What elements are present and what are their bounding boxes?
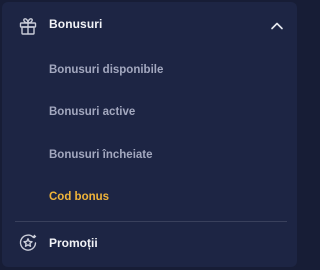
promotions-star-icon xyxy=(19,234,37,251)
gift-icon xyxy=(19,18,37,35)
promotions-label: Promoții xyxy=(49,236,98,250)
submenu-item-finished-bonuses[interactable]: Bonusuri încheiate xyxy=(49,149,153,161)
promotions-menu-item[interactable]: Promoții xyxy=(2,227,297,263)
chevron-up-icon[interactable] xyxy=(270,19,284,33)
submenu-item-available-bonuses[interactable]: Bonusuri disponibile xyxy=(49,64,163,76)
bonuses-menu-label: Bonusuri xyxy=(49,17,103,31)
bonuses-menu-header[interactable]: Bonusuri xyxy=(2,8,297,44)
submenu-item-active-bonuses[interactable]: Bonusuri active xyxy=(49,106,135,118)
submenu-item-bonus-code[interactable]: Cod bonus xyxy=(49,191,109,203)
menu-divider xyxy=(15,221,287,222)
bonus-menu-panel: Bonusuri Bonusuri disponibile Bonusuri a… xyxy=(2,2,297,267)
